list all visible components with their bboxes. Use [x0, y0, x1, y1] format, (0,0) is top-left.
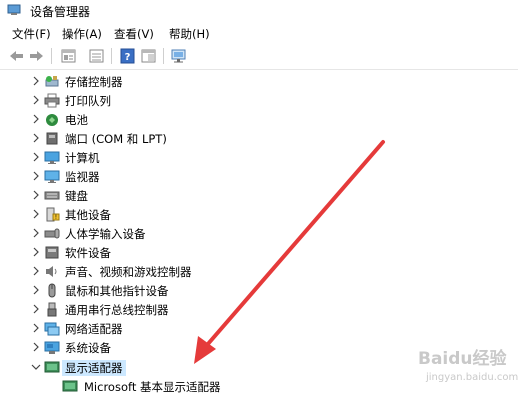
- menu-help[interactable]: 帮助(H): [169, 26, 210, 42]
- chevron-right-icon[interactable]: [31, 189, 41, 201]
- tree-item-other-device[interactable]: ! 其他设备: [0, 205, 518, 224]
- tree-item-label: 网络适配器: [65, 322, 123, 336]
- tree-item-label: 人体学输入设备: [65, 227, 146, 241]
- tree-item-label: 监视器: [65, 170, 100, 184]
- chevron-right-icon[interactable]: [31, 170, 41, 182]
- print-queue-icon: [44, 93, 60, 108]
- tree-item-network-adapter[interactable]: 网络适配器: [0, 319, 518, 338]
- tree-item-label: 电池: [65, 113, 88, 127]
- display-adapter-icon: [62, 379, 78, 394]
- software-device-icon: [44, 245, 60, 260]
- keyboard-icon: [44, 188, 60, 203]
- battery-icon: [44, 112, 60, 127]
- storage-controller-icon: [44, 74, 60, 89]
- baidu-watermark: Baidu经验 jingyan.baidu.com: [392, 344, 518, 394]
- sound-icon: [44, 264, 60, 279]
- details-view-icon[interactable]: [140, 48, 157, 64]
- hid-icon: [44, 226, 60, 241]
- tree-item-label: 系统设备: [65, 341, 111, 355]
- chevron-right-icon[interactable]: [31, 246, 41, 258]
- port-icon: [44, 131, 60, 146]
- tree-item-label: 声音、视频和游戏控制器: [65, 265, 192, 279]
- tree-item-port[interactable]: 端口 (COM 和 LPT): [0, 129, 518, 148]
- tree-item-keyboard[interactable]: 键盘: [0, 186, 518, 205]
- menu-view[interactable]: 查看(V): [114, 26, 154, 42]
- menu-file[interactable]: 文件(F): [12, 26, 51, 42]
- tree-item-label: 其他设备: [65, 208, 111, 222]
- usb-icon: [44, 302, 60, 317]
- tree-item-label: 软件设备: [65, 246, 111, 260]
- chevron-down-icon[interactable]: [31, 361, 41, 373]
- svg-text:!: !: [55, 214, 57, 221]
- network-adapter-icon: [44, 321, 60, 336]
- chevron-right-icon[interactable]: [31, 75, 41, 87]
- system-device-icon: [44, 340, 60, 355]
- display-adapter-icon: [44, 360, 60, 375]
- chevron-right-icon[interactable]: [31, 265, 41, 277]
- tree-item-label: 计算机: [65, 151, 100, 165]
- chevron-right-icon[interactable]: [31, 113, 41, 125]
- chevron-right-icon[interactable]: [31, 94, 41, 106]
- chevron-right-icon[interactable]: [31, 208, 41, 220]
- toolbar-separator: [111, 48, 112, 64]
- other-device-icon: !: [44, 207, 60, 222]
- chevron-right-icon[interactable]: [31, 132, 41, 144]
- tree-item-monitor[interactable]: 监视器: [0, 167, 518, 186]
- tree-item-label: Microsoft 基本显示适配器: [84, 380, 221, 394]
- tree-item-sound[interactable]: 声音、视频和游戏控制器: [0, 262, 518, 281]
- list-view-icon[interactable]: [88, 48, 105, 64]
- tree-item-label: 键盘: [65, 189, 88, 203]
- toolbar-separator: [163, 48, 164, 64]
- tree-item-partial: [0, 396, 518, 400]
- tree-item-usb[interactable]: 通用串行总线控制器: [0, 300, 518, 319]
- forward-arrow-icon[interactable]: [28, 48, 45, 64]
- computer-icon: [44, 150, 60, 165]
- chevron-right-icon[interactable]: [31, 227, 41, 239]
- tree-item-label: 存储控制器: [65, 75, 123, 89]
- chevron-right-icon[interactable]: [31, 284, 41, 296]
- tree-item-print-queue[interactable]: 打印队列: [0, 91, 518, 110]
- toolbar: ?: [0, 44, 518, 70]
- scan-hardware-icon[interactable]: [170, 48, 187, 64]
- svg-text:?: ?: [125, 52, 131, 63]
- tree-item-battery[interactable]: 电池: [0, 110, 518, 129]
- back-arrow-icon[interactable]: [8, 48, 25, 64]
- watermark-domain: jingyan.baidu.com: [426, 372, 518, 383]
- tree-item-label: 鼠标和其他指针设备: [65, 284, 169, 298]
- title-bar: 设备管理器: [0, 0, 518, 22]
- tree-item-computer[interactable]: 计算机: [0, 148, 518, 167]
- toolbar-separator: [51, 48, 52, 64]
- tree-item-mouse[interactable]: 鼠标和其他指针设备: [0, 281, 518, 300]
- help-icon[interactable]: ?: [119, 48, 136, 64]
- tree-item-label: 通用串行总线控制器: [65, 303, 169, 317]
- properties-icon[interactable]: [60, 48, 77, 64]
- mouse-icon: [44, 283, 60, 298]
- chevron-right-icon[interactable]: [31, 303, 41, 315]
- menu-action[interactable]: 操作(A): [62, 26, 102, 42]
- tree-item-label: 端口 (COM 和 LPT): [65, 132, 167, 146]
- watermark-brand: Baidu经验: [418, 349, 507, 369]
- window-title: 设备管理器: [30, 5, 91, 19]
- tree-item-hid[interactable]: 人体学输入设备: [0, 224, 518, 243]
- menu-bar: 文件(F) 操作(A) 查看(V) 帮助(H): [0, 22, 518, 44]
- device-manager-icon: [7, 4, 21, 16]
- tree-item-software-device[interactable]: 软件设备: [0, 243, 518, 262]
- monitor-icon: [44, 169, 60, 184]
- chevron-right-icon[interactable]: [31, 322, 41, 334]
- tree-item-label: 显示适配器: [62, 360, 126, 376]
- tree-item-label: 打印队列: [65, 94, 111, 108]
- chevron-right-icon[interactable]: [31, 151, 41, 163]
- chevron-right-icon[interactable]: [31, 341, 41, 353]
- tree-item-storage-controller[interactable]: 存储控制器: [0, 72, 518, 91]
